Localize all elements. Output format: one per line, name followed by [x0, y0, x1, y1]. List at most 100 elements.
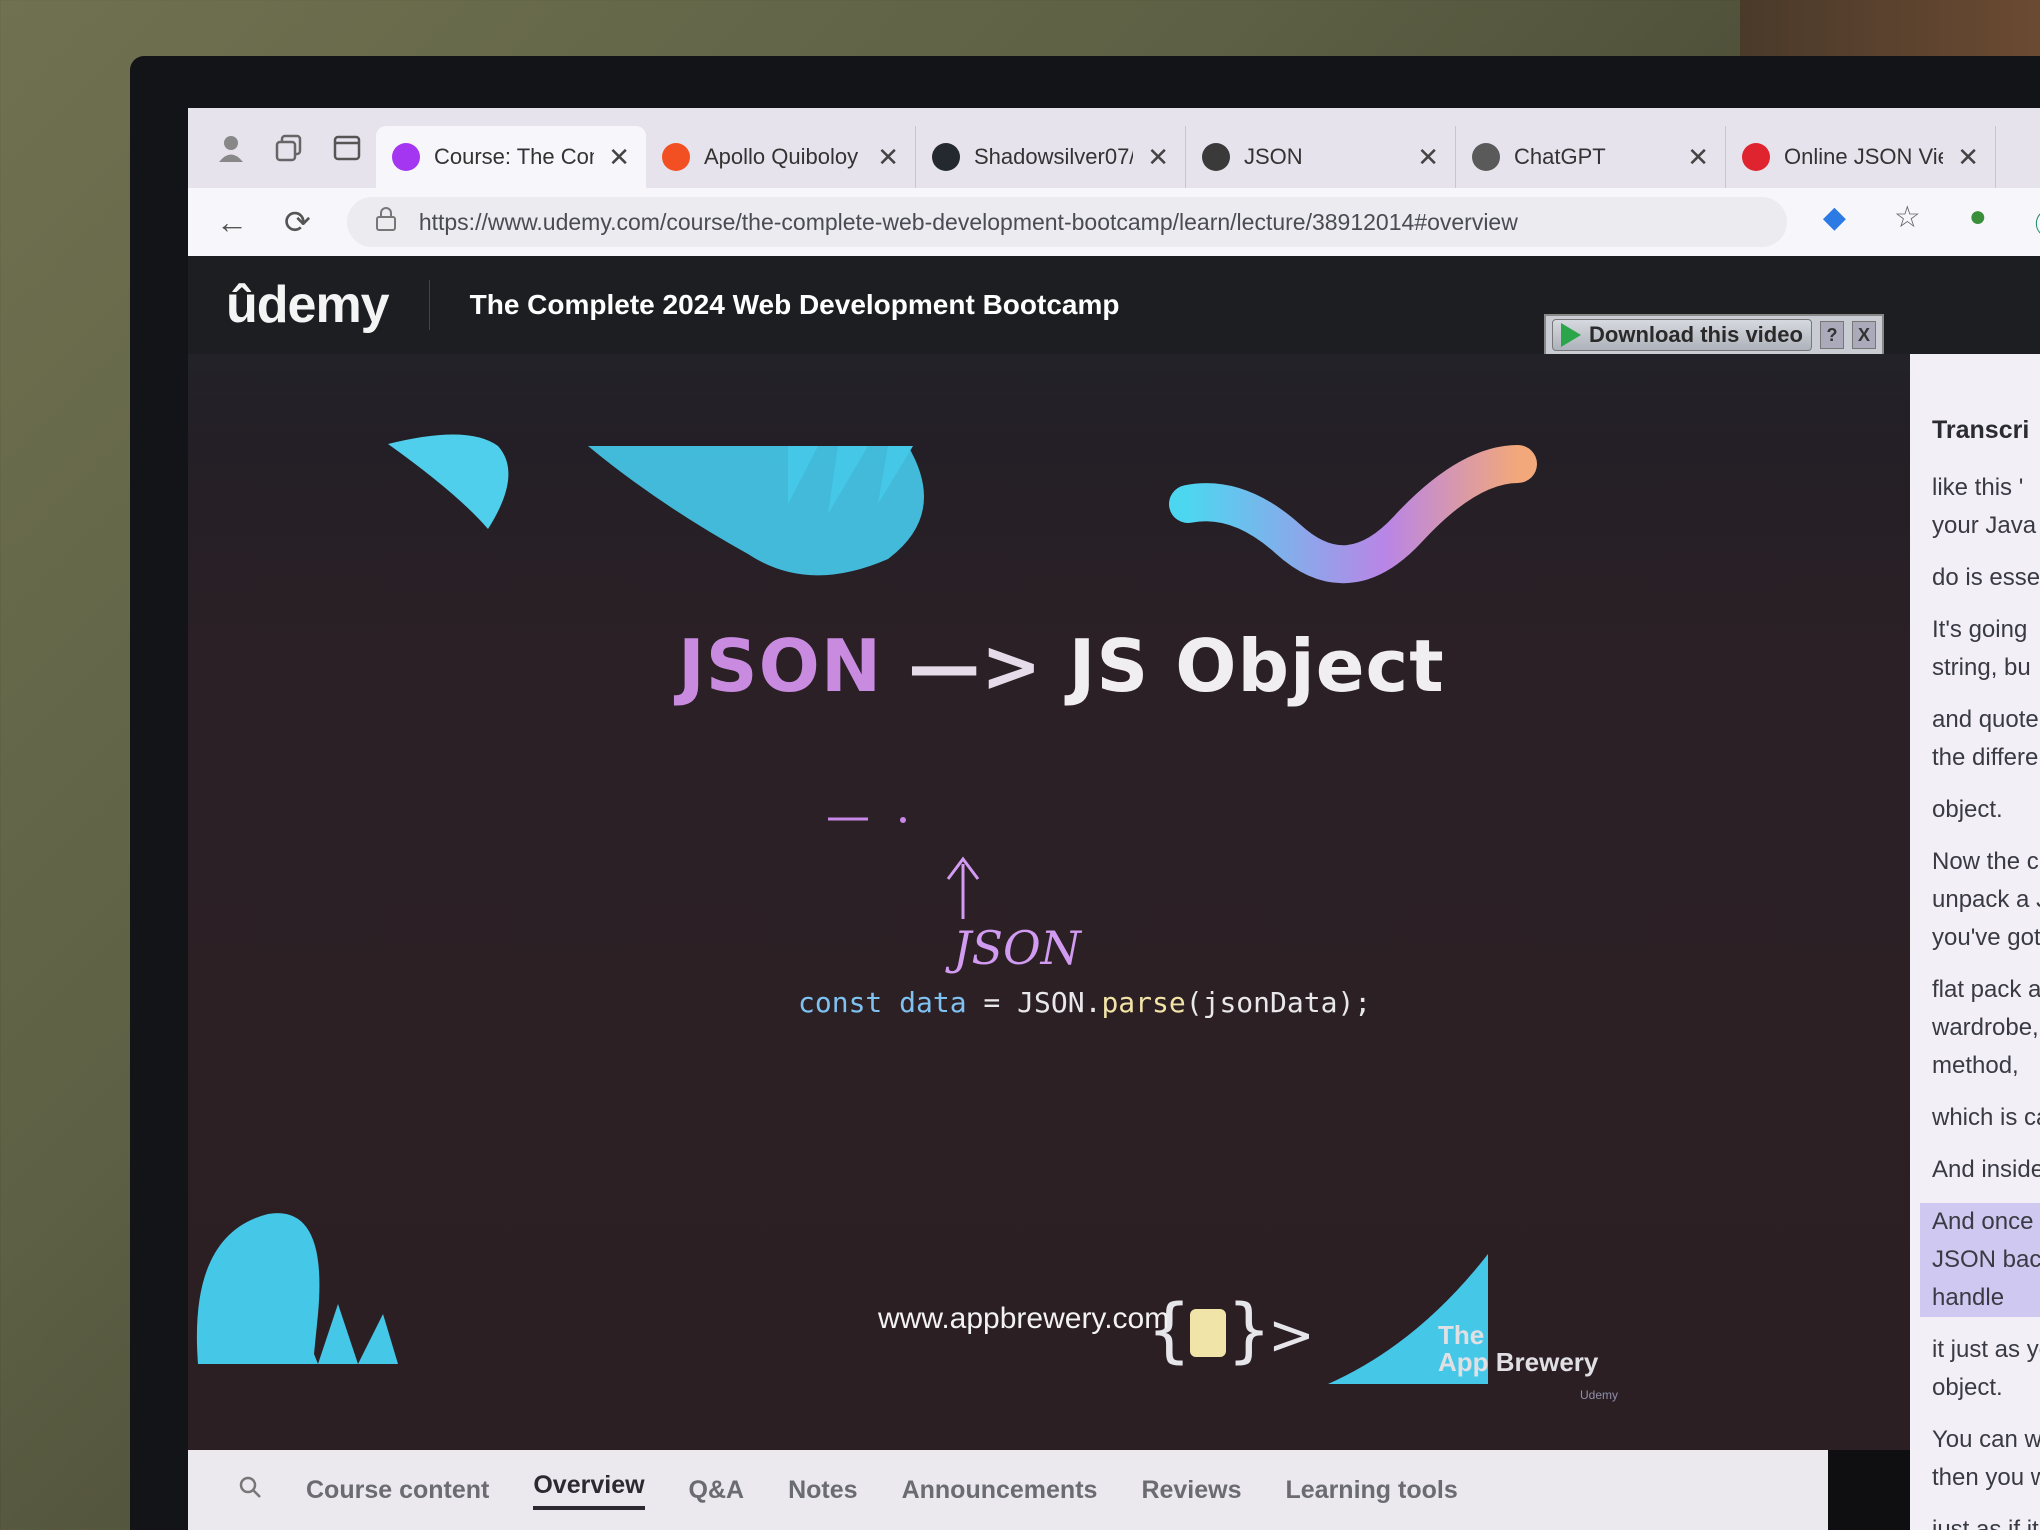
- app-brewery-logo-icon: { } >: [1148, 1289, 1315, 1371]
- transcript-cue[interactable]: Now the c unpack a J you've got: [1932, 843, 2040, 957]
- tab-title: ChatGPT: [1514, 144, 1606, 169]
- transcript-gap: [1932, 1189, 2040, 1203]
- close-icon[interactable]: ✕: [1687, 142, 1709, 173]
- close-icon[interactable]: ✕: [877, 142, 899, 173]
- video-player[interactable]: JSON { } > JSON —> JS Object const data …: [188, 354, 1910, 1450]
- transcript-cue[interactable]: and quote the differe: [1932, 701, 2040, 777]
- url-text[interactable]: https://www.udemy.com/course/the-complet…: [419, 209, 1518, 236]
- extension-icon[interactable]: ●: [1969, 200, 1987, 244]
- vertical-tabs-icon[interactable]: [318, 119, 376, 177]
- transcript-gap: [1932, 1137, 2040, 1151]
- opera-icon: [1742, 143, 1770, 171]
- microsoft-icon: [662, 143, 690, 171]
- decor-shape: [588, 446, 924, 576]
- transcript-line: which is ca: [1932, 1104, 2040, 1131]
- tab-reviews[interactable]: Reviews: [1141, 1476, 1241, 1505]
- transcript-line: method,: [1932, 1052, 2019, 1079]
- chatgpt-icon: [1472, 143, 1500, 171]
- json-icon: [1202, 143, 1230, 171]
- download-help-button[interactable]: ?: [1820, 321, 1844, 349]
- transcript-line: You can writ: [1932, 1426, 2040, 1453]
- transcript-cue[interactable]: And inside: [1932, 1151, 2040, 1189]
- download-label: Download this video: [1589, 322, 1803, 347]
- browser-tab-5[interactable]: Online JSON Vie ✕: [1726, 126, 1996, 188]
- transcript-line: the differe: [1932, 744, 2039, 771]
- transcript-gap: [1932, 1497, 2040, 1511]
- decor-wave: [1169, 445, 1537, 584]
- transcript-panel: Transcri like this ' your Java do is esse I…: [1910, 354, 2040, 1530]
- transcript-cue[interactable]: which is ca: [1932, 1099, 2040, 1137]
- transcript-gap: [1932, 1085, 2040, 1099]
- course-tabs: Course content Overview Q&A Notes Announceme…: [188, 1450, 1828, 1530]
- download-video-bar: Download this video ? X: [1544, 314, 1884, 356]
- transcript-line: JSON back: [1932, 1246, 2040, 1273]
- tab-course-content[interactable]: Course content: [306, 1476, 489, 1505]
- coupon-tag-icon[interactable]: ◆: [1823, 200, 1846, 244]
- tab-notes[interactable]: Notes: [788, 1476, 857, 1505]
- download-close-button[interactable]: X: [1852, 321, 1876, 349]
- transcript-cue[interactable]: do is esse: [1932, 559, 2040, 597]
- code-snippet: const data = JSON.parse(jsonData);: [798, 986, 1372, 1019]
- browser-tab-4[interactable]: ChatGPT ✕: [1456, 126, 1726, 188]
- udemy-logo[interactable]: ûdemy: [226, 275, 390, 335]
- search-icon[interactable]: [238, 1475, 262, 1506]
- header-divider: [428, 280, 430, 330]
- close-icon[interactable]: ✕: [1957, 142, 1979, 173]
- decor-shape: [388, 434, 509, 529]
- transcript-gap: [1932, 597, 2040, 611]
- profile-icon[interactable]: [202, 119, 260, 177]
- site-url: www.appbrewery.com: [878, 1302, 1170, 1335]
- transcript-gap: [1932, 777, 2040, 791]
- transcript-heading[interactable]: Transcri: [1932, 416, 2040, 445]
- svg-text:}: }: [1228, 1289, 1270, 1371]
- tab-announcements[interactable]: Announcements: [902, 1476, 1098, 1505]
- tab-list: Course: The Com ✕ Apollo Quiboloy ✕ Shadowsi…: [376, 108, 1996, 188]
- tab-q-a[interactable]: Q&A: [689, 1476, 745, 1505]
- transcript-gap: [1932, 687, 2040, 701]
- transcript-cue[interactable]: object.: [1932, 791, 2040, 829]
- transcript-lines: like this ' your Java do is esse It's going…: [1920, 469, 2040, 1530]
- browser-tab-2[interactable]: Shadowsilver07/ ✕: [916, 126, 1186, 188]
- transcript-line: do is esse: [1932, 564, 2040, 591]
- transcript-line: you've got: [1932, 924, 2040, 951]
- transcript-line: And once y: [1932, 1208, 2040, 1235]
- annotation-text: JSON: [945, 921, 1083, 975]
- browser-tab-0[interactable]: Course: The Com ✕: [376, 126, 646, 188]
- address-bar[interactable]: https://www.udemy.com/course/the-complet…: [346, 197, 1787, 247]
- download-video-button[interactable]: Download this video: [1552, 319, 1812, 351]
- course-title[interactable]: The Complete 2024 Web Development Bootca…: [470, 289, 1120, 321]
- tab-title: Online JSON Vie: [1784, 144, 1944, 169]
- transcript-cue[interactable]: It's going string, bu: [1932, 611, 2040, 687]
- transcript-cue[interactable]: You can writ then you wo: [1932, 1421, 2040, 1497]
- transcript-cue[interactable]: flat pack a wardrobe, method,: [1932, 971, 2040, 1085]
- slide-decorations: JSON { } >: [196, 434, 1537, 1384]
- transcript-cue[interactable]: just as if it w: [1932, 1511, 2040, 1530]
- grammarly-icon[interactable]: Ⓖ: [2035, 200, 2040, 244]
- github-icon: [932, 143, 960, 171]
- transcript-line: It's going: [1932, 616, 2028, 643]
- close-icon[interactable]: ✕: [608, 142, 630, 173]
- transcript-cue[interactable]: like this ' your Java: [1932, 469, 2040, 545]
- browser-tab-1[interactable]: Apollo Quiboloy ✕: [646, 126, 916, 188]
- close-icon[interactable]: ✕: [1147, 142, 1169, 173]
- collections-icon[interactable]: [260, 119, 318, 177]
- tab-learning-tools[interactable]: Learning tools: [1286, 1476, 1458, 1505]
- address-bar-row: ← ⟳ https://www.udemy.com/course/the-com…: [188, 188, 2040, 256]
- transcript-line: object.: [1932, 1374, 2003, 1401]
- tab-title: Apollo Quiboloy: [704, 144, 859, 169]
- close-icon[interactable]: ✕: [1417, 142, 1439, 173]
- favorite-star-icon[interactable]: ☆: [1894, 200, 1921, 244]
- transcript-cue[interactable]: And once y JSON back handle: [1920, 1203, 2040, 1317]
- transcript-gap: [1932, 1317, 2040, 1331]
- refresh-icon[interactable]: ⟳: [284, 203, 311, 241]
- tab-overview[interactable]: Overview: [533, 1471, 645, 1510]
- transcript-gap: [1932, 1407, 2040, 1421]
- lock-icon[interactable]: [375, 206, 397, 238]
- back-arrow-icon[interactable]: ←: [216, 204, 248, 241]
- watermark: Udemy: [1580, 1388, 1619, 1402]
- transcript-cue[interactable]: it just as you object.: [1932, 1331, 2040, 1407]
- tab-title: Course: The Com: [434, 144, 595, 169]
- transcript-line: then you wo: [1932, 1464, 2040, 1491]
- transcript-line: just as if it w: [1932, 1516, 2040, 1530]
- browser-tab-3[interactable]: JSON ✕: [1186, 126, 1456, 188]
